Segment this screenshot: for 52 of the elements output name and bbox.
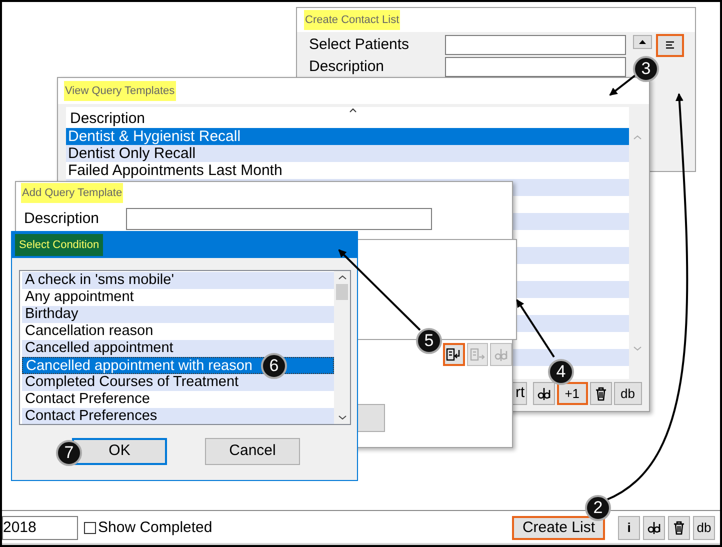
step-number-badge: 2 xyxy=(585,495,611,521)
dialog-button[interactable]: OK xyxy=(72,438,167,465)
edit-icon xyxy=(494,348,508,362)
field-label: Select Patients xyxy=(309,36,410,54)
scroll-thumb[interactable] xyxy=(336,284,348,300)
dialog-button[interactable] xyxy=(357,404,385,432)
append-icon xyxy=(470,348,486,361)
toolbar-button[interactable]: i xyxy=(618,516,640,540)
edit-button[interactable] xyxy=(643,516,665,540)
insert-icon xyxy=(446,348,462,361)
list-item[interactable]: Contact Preferences xyxy=(22,408,334,424)
toolbar-button[interactable]: +1 xyxy=(556,382,588,405)
sort-icon xyxy=(349,108,357,113)
checkbox[interactable] xyxy=(84,522,96,534)
trash-button[interactable] xyxy=(590,382,612,405)
edit-icon xyxy=(536,386,551,400)
insert-button[interactable] xyxy=(443,343,465,366)
up-triangle-icon xyxy=(639,40,646,44)
list-item[interactable]: Birthday xyxy=(22,306,334,323)
list-row[interactable]: Failed Appointments Last Month xyxy=(66,162,629,179)
list-item[interactable]: A check in 'sms mobile' xyxy=(22,272,334,289)
list-row[interactable]: Dentist & Hygienist Recall xyxy=(66,128,629,145)
field-label: Description xyxy=(309,58,386,76)
lines-button[interactable] xyxy=(656,34,684,56)
list-item[interactable]: Completed Courses of Treatment xyxy=(22,374,334,391)
field-label: Description xyxy=(24,210,100,228)
edit-button[interactable] xyxy=(532,382,555,405)
date-field[interactable]: 2018 xyxy=(2,516,78,540)
text-field[interactable] xyxy=(445,57,626,77)
toolbar-button[interactable]: db xyxy=(693,516,715,540)
description-field[interactable] xyxy=(126,208,432,230)
list-item[interactable]: Cancelled appointment xyxy=(22,340,334,357)
window-title: Select Condition xyxy=(15,234,104,256)
trash-icon xyxy=(673,521,685,535)
trash-icon xyxy=(594,386,607,400)
dialog-button[interactable]: Cancel xyxy=(205,438,300,465)
window-title: Create Contact List xyxy=(304,10,400,30)
text-field[interactable] xyxy=(445,35,626,55)
checkbox-label: Show Completed xyxy=(98,518,212,538)
callout-arrow xyxy=(516,299,555,358)
toolbar-button[interactable]: db xyxy=(614,382,642,405)
lines-icon xyxy=(665,40,675,50)
toolbar-button[interactable]: Create List xyxy=(512,516,605,540)
trash-button[interactable] xyxy=(668,516,690,540)
window-title: View Query Templates xyxy=(64,81,176,101)
scroll-up-icon[interactable] xyxy=(338,275,346,280)
list-row[interactable]: Dentist Only Recall xyxy=(66,145,629,162)
window-title: Add Query Template xyxy=(21,183,124,203)
column-header[interactable]: Description xyxy=(70,110,146,128)
scroll-down-icon[interactable] xyxy=(338,415,346,420)
spin-button[interactable] xyxy=(633,35,652,49)
edit-icon xyxy=(647,521,661,535)
